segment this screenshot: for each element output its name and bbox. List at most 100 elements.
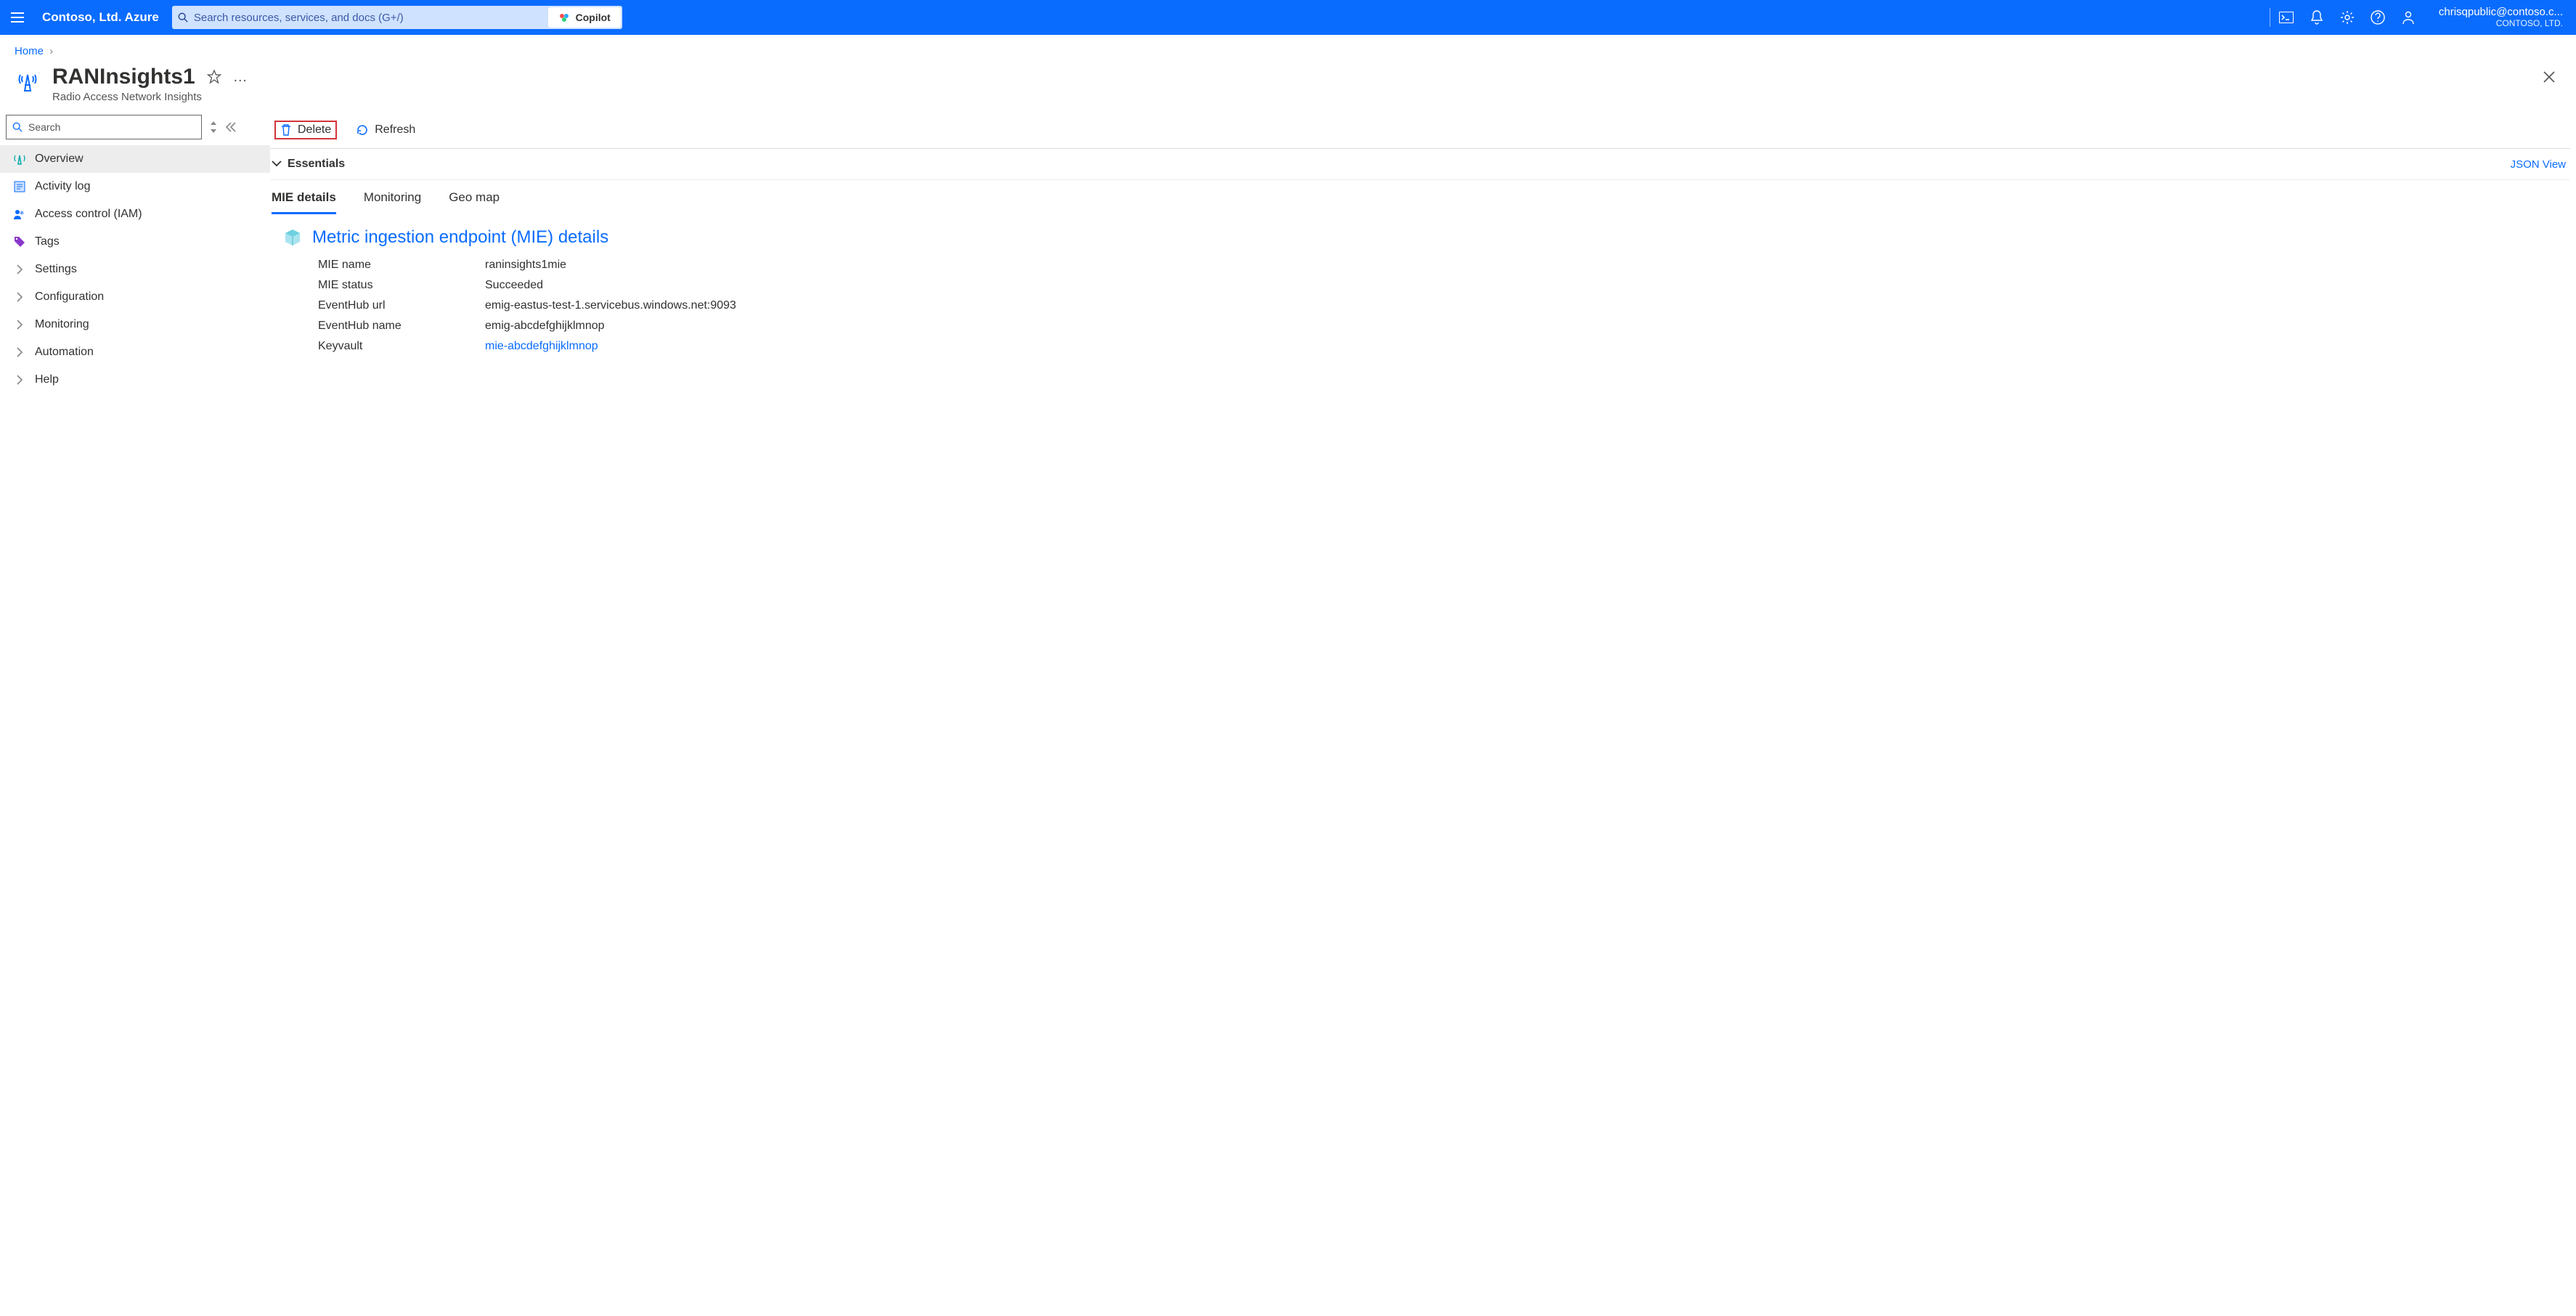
breadcrumb-home-link[interactable]: Home	[15, 45, 44, 57]
sidebar-collapse-button[interactable]	[225, 122, 237, 132]
bell-icon	[2310, 10, 2323, 25]
kv-key: MIE name	[318, 259, 485, 272]
cloud-shell-icon	[2279, 12, 2294, 23]
table-row: Keyvault mie-abcdefghijklmnop	[318, 336, 2570, 357]
tab-geo-map[interactable]: Geo map	[449, 190, 500, 214]
sidebar-item-label: Overview	[35, 153, 83, 166]
sidebar-sort-button[interactable]	[209, 120, 218, 134]
chevron-right-icon	[13, 292, 26, 302]
essentials-toggle[interactable]: Essentials	[272, 158, 345, 171]
tab-strip: MIE details Monitoring Geo map	[270, 180, 2570, 214]
kv-value-link[interactable]: mie-abcdefghijklmnop	[485, 340, 598, 353]
table-row: EventHub url emig-eastus-test-1.serviceb…	[318, 296, 2570, 316]
kv-key: Keyvault	[318, 340, 485, 353]
kv-key: EventHub name	[318, 320, 485, 333]
sidebar-item-automation[interactable]: Automation	[0, 338, 270, 366]
tag-icon	[13, 235, 26, 248]
chevron-double-left-icon	[225, 122, 237, 132]
settings-button[interactable]	[2340, 10, 2355, 25]
breadcrumb: Home ›	[0, 35, 2576, 62]
sidebar-item-activity-log[interactable]: Activity log	[0, 173, 270, 200]
essentials-label: Essentials	[288, 158, 345, 171]
kv-key: EventHub url	[318, 299, 485, 312]
trash-icon	[280, 123, 292, 137]
sidebar-item-settings[interactable]: Settings	[0, 256, 270, 283]
delete-button[interactable]: Delete	[274, 121, 337, 139]
sidebar-item-label: Configuration	[35, 291, 104, 304]
page-title: RANInsights1	[52, 65, 195, 89]
json-view-link[interactable]: JSON View	[2511, 158, 2566, 171]
help-button[interactable]	[2371, 10, 2385, 25]
page-subtitle: Radio Access Network Insights	[52, 91, 248, 103]
star-icon	[207, 70, 221, 84]
kv-value: raninsights1mie	[485, 259, 566, 272]
chevron-right-icon	[13, 264, 26, 275]
main-pane: Delete Refresh Essentials JSON View MIE …	[270, 112, 2576, 394]
table-row: EventHub name emig-abcdefghijklmnop	[318, 316, 2570, 336]
log-icon	[13, 180, 26, 193]
search-icon	[12, 122, 23, 132]
delete-label: Delete	[298, 123, 331, 137]
sidebar-item-configuration[interactable]: Configuration	[0, 283, 270, 311]
mie-details-table: MIE name raninsights1mie MIE status Succ…	[283, 248, 2570, 357]
sidebar-item-label: Automation	[35, 346, 94, 359]
sidebar-item-label: Activity log	[35, 180, 90, 193]
sort-icon	[209, 120, 218, 134]
people-icon	[13, 208, 26, 221]
kv-value: Succeeded	[485, 279, 543, 292]
hamburger-icon	[11, 12, 24, 23]
sidebar-item-access-control[interactable]: Access control (IAM)	[0, 200, 270, 228]
sidebar-item-tags[interactable]: Tags	[0, 228, 270, 256]
gear-icon	[2340, 10, 2355, 25]
user-tenant: CONTOSO, LTD.	[2439, 19, 2563, 29]
chevron-right-icon	[13, 347, 26, 357]
essentials-row: Essentials JSON View	[270, 149, 2570, 180]
sidebar-item-label: Monitoring	[35, 318, 89, 331]
hamburger-menu-button[interactable]	[6, 12, 29, 23]
cloud-shell-button[interactable]	[2279, 10, 2294, 25]
brand-label[interactable]: Contoso, Ltd. Azure	[38, 10, 163, 25]
chevron-right-icon	[13, 375, 26, 385]
kv-key: MIE status	[318, 279, 485, 292]
close-blade-button[interactable]	[2537, 65, 2561, 89]
feedback-icon	[2401, 10, 2416, 25]
cube-icon	[283, 228, 302, 247]
chevron-right-icon: ›	[49, 45, 53, 57]
sidebar-item-overview[interactable]: Overview	[0, 145, 270, 173]
more-actions-button[interactable]: …	[233, 69, 248, 86]
user-email: chrisqpublic@contoso.c...	[2439, 6, 2563, 18]
refresh-icon	[356, 123, 369, 137]
resource-tower-icon	[15, 69, 41, 95]
tower-icon	[13, 153, 26, 166]
sidebar-item-help[interactable]: Help	[0, 366, 270, 394]
tab-mie-details[interactable]: MIE details	[272, 190, 336, 214]
kv-value: emig-eastus-test-1.servicebus.windows.ne…	[485, 299, 736, 312]
sidebar-item-label: Settings	[35, 263, 77, 276]
favorite-button[interactable]	[207, 70, 221, 84]
global-search-input[interactable]: Search resources, services, and docs (G+…	[172, 6, 622, 29]
sidebar-item-label: Tags	[35, 235, 60, 248]
search-icon	[178, 12, 188, 23]
kv-value: emig-abcdefghijklmnop	[485, 320, 605, 333]
refresh-button[interactable]: Refresh	[350, 119, 421, 141]
global-search-placeholder: Search resources, services, and docs (G+…	[194, 12, 404, 24]
copilot-label: Copilot	[576, 12, 611, 23]
topbar: Contoso, Ltd. Azure Search resources, se…	[0, 0, 2576, 35]
command-bar: Delete Refresh	[270, 112, 2570, 149]
chevron-right-icon	[13, 320, 26, 330]
notifications-button[interactable]	[2310, 10, 2324, 25]
sidebar-search-input[interactable]: Search	[6, 115, 202, 139]
page-header: RANInsights1 … Radio Access Network Insi…	[0, 62, 2576, 112]
copilot-icon	[558, 12, 570, 23]
topbar-icon-group	[2279, 10, 2416, 25]
refresh-label: Refresh	[375, 123, 415, 137]
section-title: Metric ingestion endpoint (MIE) details	[312, 227, 608, 248]
sidebar-item-label: Help	[35, 373, 59, 386]
ellipsis-icon: …	[233, 69, 248, 85]
tab-monitoring[interactable]: Monitoring	[364, 190, 421, 214]
sidebar-item-monitoring[interactable]: Monitoring	[0, 311, 270, 338]
feedback-button[interactable]	[2401, 10, 2416, 25]
user-account-button[interactable]: chrisqpublic@contoso.c... CONTOSO, LTD.	[2424, 6, 2570, 28]
sidebar: Search Overview Activity log	[0, 112, 270, 394]
copilot-button[interactable]: Copilot	[548, 7, 621, 28]
